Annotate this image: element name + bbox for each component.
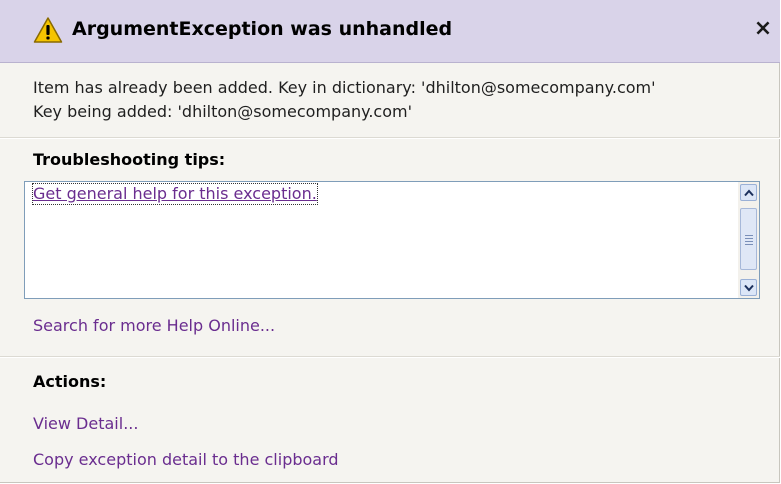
tip-link-general-help[interactable]: Get general help for this exception. xyxy=(32,183,318,205)
troubleshooting-tips-list[interactable]: Get general help for this exception. xyxy=(24,181,760,299)
divider-highlight xyxy=(0,357,780,358)
divider-highlight xyxy=(0,138,780,139)
message-line-1: Item has already been added. Key in dict… xyxy=(33,78,656,97)
scroll-up-button[interactable] xyxy=(740,184,757,201)
scroll-down-button[interactable] xyxy=(740,279,757,296)
chevron-up-icon xyxy=(744,189,754,197)
dialog-title: ArgumentException was unhandled xyxy=(72,18,453,40)
view-detail-link[interactable]: View Detail... xyxy=(33,414,138,433)
exception-assistant-dialog: ArgumentException was unhandled × Item h… xyxy=(0,0,780,483)
title-bar: ArgumentException was unhandled × xyxy=(0,0,780,63)
copy-exception-detail-link[interactable]: Copy exception detail to the clipboard xyxy=(33,450,339,469)
troubleshooting-heading: Troubleshooting tips: xyxy=(33,150,226,169)
chevron-down-icon xyxy=(744,284,754,292)
exception-message: Item has already been added. Key in dict… xyxy=(33,76,656,124)
actions-heading: Actions: xyxy=(33,372,107,391)
scroll-thumb[interactable] xyxy=(740,208,757,270)
search-help-online-link[interactable]: Search for more Help Online... xyxy=(33,316,275,335)
message-line-2: Key being added: 'dhilton@somecompany.co… xyxy=(33,102,412,121)
close-button[interactable]: × xyxy=(751,14,775,44)
warning-icon xyxy=(33,17,63,43)
tips-scrollbar[interactable] xyxy=(738,182,759,298)
